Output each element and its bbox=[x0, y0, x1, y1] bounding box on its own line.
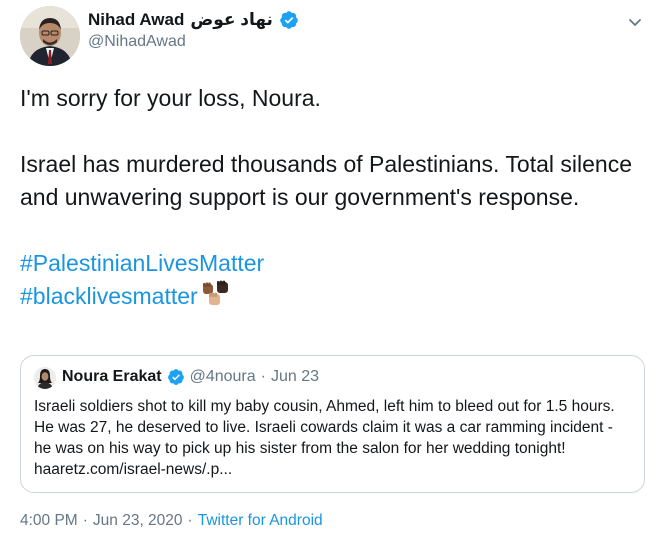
quoted-tweet[interactable]: Noura Erakat @4noura · Jun 23 Israeli so… bbox=[20, 355, 645, 493]
verified-badge-icon bbox=[279, 10, 299, 30]
author-display-name[interactable]: Nihad Awad bbox=[88, 10, 184, 30]
tweet-source-link[interactable]: Twitter for Android bbox=[198, 512, 323, 530]
quoted-author-handle[interactable]: @4noura bbox=[190, 368, 256, 386]
hashtag-palestinianlivesmatter[interactable]: #PalestinianLivesMatter bbox=[20, 250, 264, 276]
tweet-time[interactable]: 4:00 PM bbox=[20, 512, 78, 530]
tweet-date[interactable]: Jun 23, 2020 bbox=[93, 512, 183, 530]
tweet-card: Nihad Awad نهاد عوض @NihadAwad I'm sorry… bbox=[0, 0, 667, 546]
footer-separator: · bbox=[82, 512, 88, 529]
author-avatar[interactable] bbox=[20, 6, 80, 66]
tweet-footer: 4:00 PM · Jun 23, 2020 · Twitter for And… bbox=[20, 512, 323, 530]
quoted-tweet-date[interactable]: Jun 23 bbox=[271, 368, 319, 386]
author-arabic-name[interactable]: نهاد عوض bbox=[190, 10, 273, 30]
raised-fists-emoji-icon bbox=[200, 280, 234, 317]
quoted-separator: · bbox=[260, 368, 266, 385]
author-name-row[interactable]: Nihad Awad نهاد عوض bbox=[88, 10, 299, 30]
quoted-tweet-text: Israeli soldiers shot to kill my baby co… bbox=[34, 398, 615, 478]
verified-badge-icon bbox=[167, 368, 185, 386]
quoted-author-avatar[interactable] bbox=[34, 367, 56, 389]
tweet-line-1: I'm sorry for your loss, Noura. bbox=[20, 85, 321, 111]
tweet-paragraph-2: Israel has murdered thousands of Palesti… bbox=[20, 151, 632, 210]
chevron-down-icon[interactable] bbox=[625, 12, 645, 32]
author-handle[interactable]: @NihadAwad bbox=[88, 33, 186, 51]
quoted-author-name[interactable]: Noura Erakat bbox=[62, 368, 162, 386]
hashtag-blacklivesmatter[interactable]: #blacklivesmatter bbox=[20, 283, 198, 309]
footer-separator: · bbox=[187, 512, 193, 529]
quoted-tweet-header: Noura Erakat @4noura · Jun 23 bbox=[62, 368, 319, 386]
tweet-text: I'm sorry for your loss, Noura. Israel h… bbox=[20, 82, 650, 317]
